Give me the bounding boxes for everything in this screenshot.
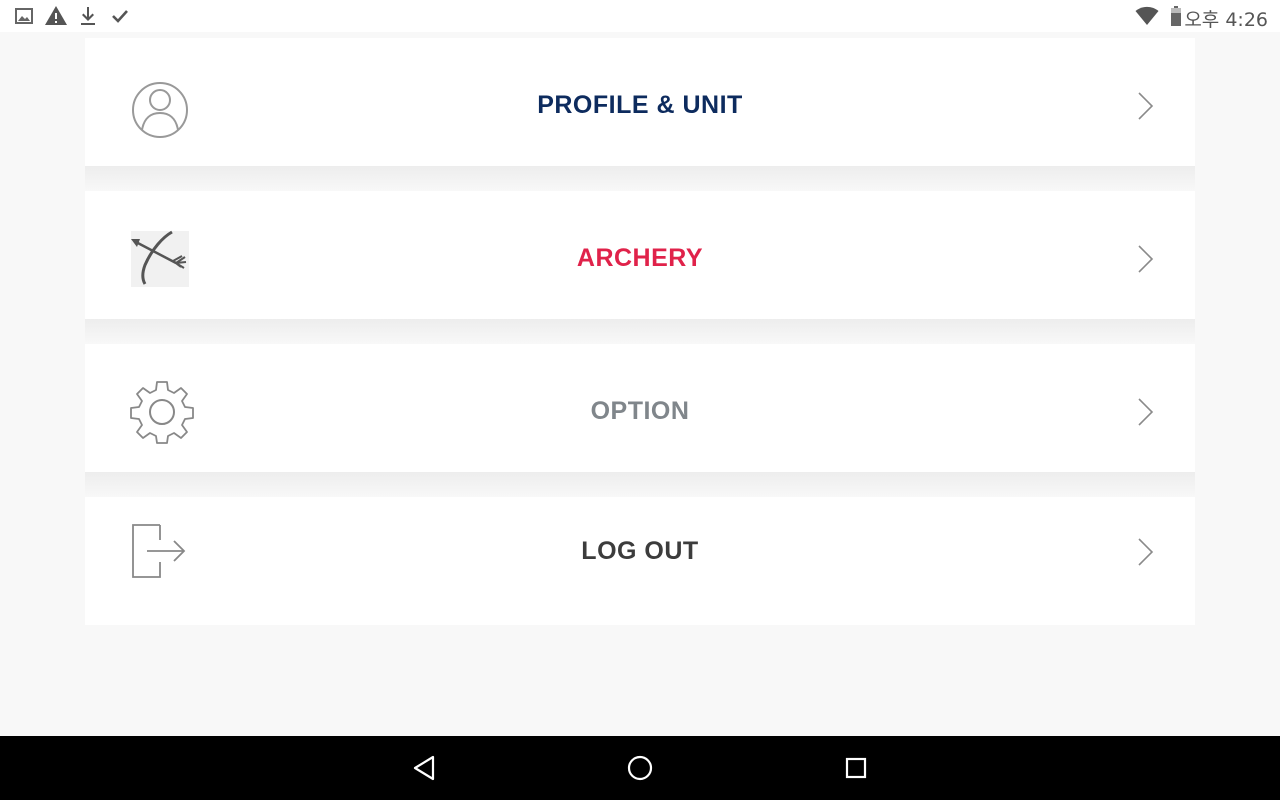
status-bar: 오후 4:26 [0, 0, 1280, 32]
recents-button[interactable] [838, 750, 874, 786]
divider [85, 472, 1195, 497]
home-button[interactable] [622, 750, 658, 786]
settings-menu: PROFILE & UNIT ARCHERY OPTION LOG OUT [0, 32, 1280, 736]
menu-label-log-out: LOG OUT [581, 537, 699, 565]
divider [85, 319, 1195, 344]
divider [85, 166, 1195, 191]
menu-label-option: OPTION [590, 397, 690, 425]
chevron-right-icon [1133, 536, 1157, 568]
wifi-icon [1135, 4, 1159, 28]
menu-item-log-out[interactable]: LOG OUT [85, 497, 1195, 625]
image-icon [12, 4, 36, 28]
chevron-right-icon [1133, 396, 1157, 428]
menu-item-profile-unit[interactable]: PROFILE & UNIT [85, 38, 1195, 166]
menu-label-profile-unit: PROFILE & UNIT [537, 91, 743, 119]
warning-icon [44, 4, 68, 28]
chevron-right-icon [1133, 90, 1157, 122]
status-time: 오후 4:26 [1184, 9, 1268, 31]
download-icon [76, 4, 100, 28]
menu-item-option[interactable]: OPTION [85, 344, 1195, 472]
menu-item-archery[interactable]: ARCHERY [85, 191, 1195, 319]
check-icon [108, 4, 132, 28]
back-button[interactable] [406, 750, 442, 786]
chevron-right-icon [1133, 243, 1157, 275]
navigation-bar [0, 736, 1280, 800]
menu-label-archery: ARCHERY [576, 244, 704, 272]
